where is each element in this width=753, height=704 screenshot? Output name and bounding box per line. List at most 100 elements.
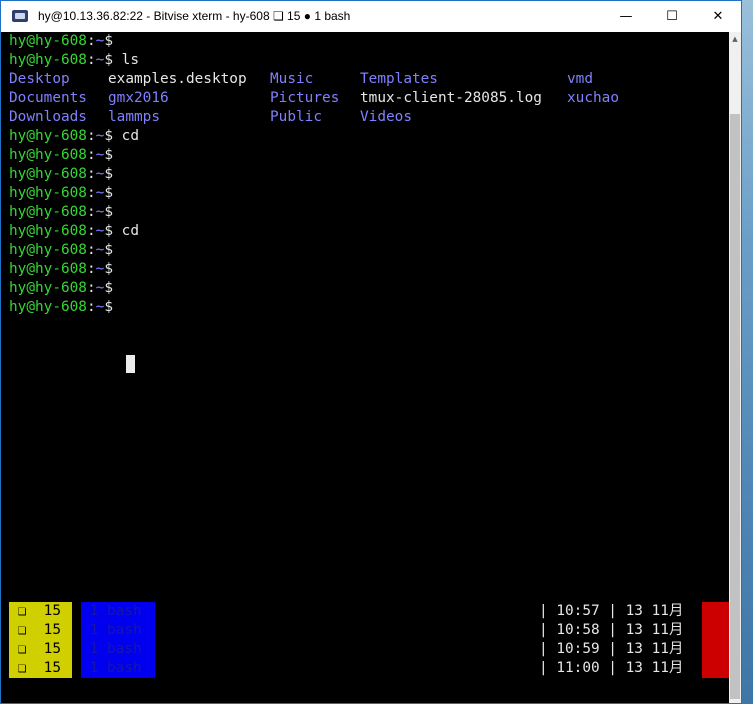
window-title: hy@10.13.36.82:22 - Bitvise xterm - hy-6… xyxy=(38,9,351,23)
status-clock: | 10:57 | 13 11月 xyxy=(539,603,684,619)
terminal-line: hy@hy-608:~$ xyxy=(9,146,731,165)
prompt-user-host: hy@hy-608 xyxy=(9,261,87,277)
ls-entry: tmux-client-28085.log xyxy=(360,90,542,106)
status-alert-block xyxy=(702,659,729,678)
prompt-user-host: hy@hy-608 xyxy=(9,147,87,163)
ls-entry: Desktop xyxy=(9,71,70,87)
title-bar[interactable]: hy@10.13.36.82:22 - Bitvise xterm - hy-6… xyxy=(1,1,741,32)
command-text: cd xyxy=(113,223,139,239)
prompt-separator: : xyxy=(86,147,96,163)
maximize-button[interactable]: ☐ xyxy=(649,1,695,32)
terminal-line: Desktop examples.desktop Music Templates vmd xyxy=(9,70,731,89)
prompt-separator: : xyxy=(86,185,96,201)
terminal-output[interactable]: hy@hy-608:~$ hy@hy-608:~$ ls Desktop exampl… xyxy=(9,32,731,602)
prompt-separator: : xyxy=(86,33,96,49)
scroll-thumb[interactable] xyxy=(730,114,740,699)
terminal-line: hy@hy-608:~$ xyxy=(9,241,731,260)
status-row: ❏ 15 1 bash | 11:00 | 13 11月 xyxy=(9,659,729,678)
prompt-sigil: $ xyxy=(104,242,113,258)
prompt-user-host: hy@hy-608 xyxy=(9,242,87,258)
session-badge[interactable]: ❏ 15 xyxy=(9,602,72,621)
prompt-sigil: $ xyxy=(104,33,113,49)
prompt-sigil: $ xyxy=(104,52,113,68)
status-clock: | 10:59 | 13 11月 xyxy=(539,641,684,657)
terminal-line: hy@hy-608:~$ xyxy=(9,165,731,184)
session-badge[interactable]: ❏ 15 xyxy=(9,621,72,640)
terminal-line: Downloads lammps Public Videos xyxy=(9,108,731,127)
terminal-line: hy@hy-608:~$ xyxy=(9,184,731,203)
status-clock: | 10:58 | 13 11月 xyxy=(539,622,684,638)
prompt-separator: : xyxy=(86,242,96,258)
status-alert-block xyxy=(702,640,729,659)
prompt-separator: : xyxy=(86,280,96,296)
prompt-sigil: $ xyxy=(104,299,113,315)
terminal-line: hy@hy-608:~$ xyxy=(9,32,731,51)
prompt-user-host: hy@hy-608 xyxy=(9,166,87,182)
window-tab-bash[interactable]: 1 bash xyxy=(81,640,155,659)
prompt-sigil: $ xyxy=(104,128,113,144)
ls-entry: vmd xyxy=(567,71,593,87)
terminal-line: hy@hy-608:~$ xyxy=(9,260,731,279)
terminal-line: hy@hy-608:~$ ls xyxy=(9,51,731,70)
command-text: cd xyxy=(113,128,139,144)
prompt-sigil: $ xyxy=(104,204,113,220)
prompt-user-host: hy@hy-608 xyxy=(9,280,87,296)
vertical-scrollbar[interactable]: ▲ xyxy=(729,32,741,703)
prompt-user-host: hy@hy-608 xyxy=(9,185,87,201)
prompt-sigil: $ xyxy=(104,147,113,163)
text-cursor xyxy=(126,355,135,373)
ls-entry: Videos xyxy=(360,109,412,125)
prompt-separator: : xyxy=(86,261,96,277)
prompt-sigil: $ xyxy=(104,261,113,277)
terminal-app-icon[interactable] xyxy=(12,10,28,22)
minimize-button[interactable]: — xyxy=(603,1,649,32)
prompt-sigil: $ xyxy=(104,223,113,239)
window-tab-bash[interactable]: 1 bash xyxy=(81,659,155,678)
prompt-user-host: hy@hy-608 xyxy=(9,204,87,220)
terminal-window: hy@10.13.36.82:22 - Bitvise xterm - hy-6… xyxy=(0,0,742,704)
prompt-separator: : xyxy=(86,128,96,144)
terminal-line: hy@hy-608:~$ cd xyxy=(9,127,731,146)
prompt-sigil: $ xyxy=(104,166,113,182)
status-clock: | 11:00 | 13 11月 xyxy=(539,660,684,676)
desktop-background xyxy=(742,0,753,704)
status-alert-block xyxy=(702,621,729,640)
status-row: ❏ 15 1 bash | 10:57 | 13 11月 xyxy=(9,602,729,621)
terminal-line: hy@hy-608:~$ xyxy=(9,203,731,222)
prompt-separator: : xyxy=(86,204,96,220)
prompt-user-host: hy@hy-608 xyxy=(9,33,87,49)
ls-entry: Public xyxy=(270,109,322,125)
prompt-user-host: hy@hy-608 xyxy=(9,52,87,68)
ls-entry: gmx2016 xyxy=(108,90,169,106)
prompt-separator: : xyxy=(86,223,96,239)
window-tab-bash[interactable]: 1 bash xyxy=(81,621,155,640)
prompt-user-host: hy@hy-608 xyxy=(9,128,87,144)
terminal-line: hy@hy-608:~$ cd xyxy=(9,222,731,241)
status-row: ❏ 15 1 bash | 10:59 | 13 11月 xyxy=(9,640,729,659)
tmux-status-bar: ❏ 15 1 bash | 10:57 | 13 11月 ❏ 15 1 bash |… xyxy=(9,602,729,678)
window-tab-bash[interactable]: 1 bash xyxy=(81,602,155,621)
ls-entry: Documents xyxy=(9,90,87,106)
prompt-user-host: hy@hy-608 xyxy=(9,223,87,239)
session-badge[interactable]: ❏ 15 xyxy=(9,640,72,659)
terminal-line: Documents gmx2016 Pictures tmux-client-2808… xyxy=(9,89,731,108)
prompt-separator: : xyxy=(86,299,96,315)
ls-entry: Templates xyxy=(360,71,438,87)
ls-entry: Pictures xyxy=(270,90,340,106)
scroll-up-arrow-icon[interactable]: ▲ xyxy=(729,32,741,46)
ls-entry: lammps xyxy=(108,109,160,125)
terminal-line: hy@hy-608:~$ xyxy=(9,298,731,317)
prompt-sigil: $ xyxy=(104,185,113,201)
ls-entry: Downloads xyxy=(9,109,87,125)
prompt-sigil: $ xyxy=(104,280,113,296)
close-button[interactable]: ✕ xyxy=(695,1,741,32)
status-row: ❏ 15 1 bash | 10:58 | 13 11月 xyxy=(9,621,729,640)
ls-entry: xuchao xyxy=(567,90,619,106)
prompt-user-host: hy@hy-608 xyxy=(9,299,87,315)
command-text: ls xyxy=(113,52,139,68)
ls-entry: Music xyxy=(270,71,314,87)
session-badge[interactable]: ❏ 15 xyxy=(9,659,72,678)
ls-entry: examples.desktop xyxy=(108,71,247,87)
terminal-line: hy@hy-608:~$ xyxy=(9,279,731,298)
prompt-separator: : xyxy=(86,52,96,68)
